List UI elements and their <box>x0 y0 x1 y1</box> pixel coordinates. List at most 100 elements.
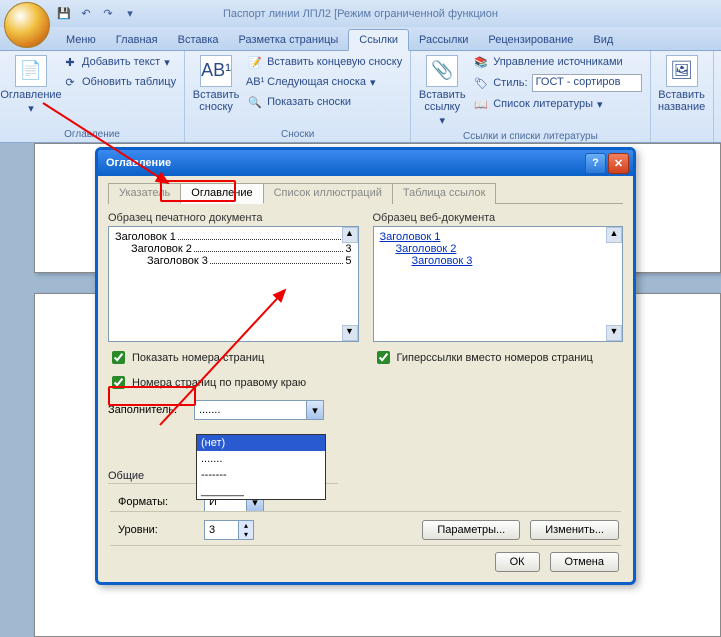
checkbox-icon[interactable] <box>112 376 125 389</box>
tab-home[interactable]: Главная <box>106 30 168 50</box>
next-footnote-button[interactable]: AB¹Следующая сноска ▾ <box>245 73 404 91</box>
group-toc-label: Оглавление <box>6 127 178 142</box>
tab-figures[interactable]: Список иллюстраций <box>263 183 393 204</box>
levels-spinner[interactable]: 3 ▴▾ <box>204 520 254 540</box>
ribbon: 📄 Оглавление ▾ ✚ Добавить текст ▾ ⟳ Обнови… <box>0 51 721 143</box>
filler-option-line[interactable]: _______ <box>197 483 325 499</box>
hyperlinks-label: Гиперссылки вместо номеров страниц <box>397 352 593 364</box>
web-h1[interactable]: Заголовок 1 <box>380 231 441 243</box>
caption-label: Вставить название <box>658 89 705 113</box>
cancel-button[interactable]: Отмена <box>550 552 619 572</box>
toc-p2: 3 <box>345 243 351 255</box>
biblio-label: Список литературы <box>493 98 593 110</box>
save-icon[interactable]: 💾 <box>56 6 72 22</box>
print-preview-label: Образец печатного документа <box>108 212 359 224</box>
insert-caption-button[interactable]: 🖼 Вставить название <box>657 53 707 115</box>
hyperlinks-checkbox[interactable]: Гиперссылки вместо номеров страниц <box>373 348 624 367</box>
tab-index[interactable]: Указатель <box>108 183 181 204</box>
web-preview-label: Образец веб-документа <box>373 212 624 224</box>
tab-mailings[interactable]: Рассылки <box>409 30 478 50</box>
plus-icon: ✚ <box>62 54 78 70</box>
caption-icon: 🖼 <box>666 55 698 87</box>
filler-dropdown[interactable]: (нет) ....... ------- _______ <box>196 434 326 500</box>
spinner-icon[interactable]: ▴▾ <box>238 521 253 539</box>
show-icon: 🔍 <box>247 94 263 110</box>
web-preview: ▲ Заголовок 1 Заголовок 2 Заголовок 3 ▼ <box>373 226 624 342</box>
tab-layout[interactable]: Разметка страницы <box>229 30 349 50</box>
toc-h2: Заголовок 2 <box>131 243 192 255</box>
citation-style[interactable]: 🏷 Стиль: ГОСТ - сортиров <box>471 73 643 93</box>
dialog-title: Оглавление <box>106 157 171 169</box>
refresh-icon: ⟳ <box>62 74 78 90</box>
tab-view[interactable]: Вид <box>583 30 623 50</box>
update-table-button[interactable]: ⟳ Обновить таблицу <box>60 73 178 91</box>
next-fn-label: Следующая сноска <box>267 76 366 88</box>
tab-review[interactable]: Рецензирование <box>478 30 583 50</box>
chevron-down-icon: ▾ <box>306 401 323 419</box>
filler-option-none[interactable]: (нет) <box>197 435 325 451</box>
insert-endnote-button[interactable]: 📝Вставить концевую сноску <box>245 53 404 71</box>
tab-references[interactable]: Ссылки <box>348 29 409 51</box>
dropdown-icon: ▾ <box>28 103 34 115</box>
scroll-up-icon[interactable]: ▲ <box>606 227 622 243</box>
style-icon: 🏷 <box>473 75 489 91</box>
bibliography-button[interactable]: 📖Список литературы ▾ <box>471 95 643 113</box>
tab-menu[interactable]: Меню <box>56 30 106 50</box>
add-text-button[interactable]: ✚Добавить текст ▾ <box>60 53 178 71</box>
biblio-icon: 📖 <box>473 96 489 112</box>
levels-label: Уровни: <box>118 524 198 536</box>
tab-toc[interactable]: Оглавление <box>180 183 263 204</box>
add-text-label: Добавить текст <box>82 56 160 68</box>
scroll-up-icon[interactable]: ▲ <box>342 227 358 243</box>
scroll-down-icon[interactable]: ▼ <box>606 325 622 341</box>
levels-value: 3 <box>209 524 215 536</box>
tab-authorities[interactable]: Таблица ссылок <box>392 183 497 204</box>
group-captions-label <box>657 138 707 142</box>
footnote-label: Вставить сноску <box>193 89 240 113</box>
options-button[interactable]: Параметры... <box>422 520 520 540</box>
ok-button[interactable]: ОК <box>495 552 540 572</box>
group-footnotes-label: Сноски <box>191 127 404 142</box>
scroll-down-icon[interactable]: ▼ <box>342 325 358 341</box>
office-button[interactable] <box>4 2 50 48</box>
web-h2[interactable]: Заголовок 2 <box>396 243 457 255</box>
modify-button[interactable]: Изменить... <box>530 520 619 540</box>
right-align-checkbox[interactable]: Номера страниц по правому краю <box>108 373 359 392</box>
next-icon: AB¹ <box>247 74 263 90</box>
dialog-tabs: Указатель Оглавление Список иллюстраций … <box>108 182 623 204</box>
undo-icon[interactable]: ↶ <box>78 6 94 22</box>
toc-label: Оглавление <box>0 89 61 101</box>
ribbon-tabs: Меню Главная Вставка Разметка страницы С… <box>0 27 721 51</box>
filler-option-dashes[interactable]: ------- <box>197 467 325 483</box>
style-label: Стиль: <box>493 77 527 89</box>
show-notes-button[interactable]: 🔍Показать сноски <box>245 93 404 111</box>
citation-label: Вставить ссылку <box>419 89 466 113</box>
citation-icon: 📎 <box>426 55 458 87</box>
insert-citation-button[interactable]: 📎 Вставить ссылку ▾ <box>417 53 467 129</box>
help-button[interactable]: ? <box>585 153 606 174</box>
filler-label: Заполнитель: <box>108 404 188 416</box>
toc-button[interactable]: 📄 Оглавление ▾ <box>6 53 56 117</box>
filler-value: ....... <box>199 404 220 416</box>
checkbox-icon[interactable] <box>377 351 390 364</box>
checkbox-icon[interactable] <box>112 351 125 364</box>
filler-option-dots[interactable]: ....... <box>197 451 325 467</box>
update-label: Обновить таблицу <box>82 76 176 88</box>
formats-label: Форматы: <box>118 496 198 508</box>
manage-sources-button[interactable]: 📚Управление источниками <box>471 53 643 71</box>
tab-insert[interactable]: Вставка <box>168 30 229 50</box>
close-button[interactable]: ✕ <box>608 153 629 174</box>
filler-select[interactable]: ....... ▾ <box>194 400 324 420</box>
qat-more-icon[interactable]: ▾ <box>122 6 138 22</box>
endnote-icon: 📝 <box>247 54 263 70</box>
show-page-numbers-checkbox[interactable]: Показать номера страниц <box>108 348 359 367</box>
style-select[interactable]: ГОСТ - сортиров <box>532 74 642 92</box>
manage-icon: 📚 <box>473 54 489 70</box>
toc-dialog: Оглавление ? ✕ Указатель Оглавление Спис… <box>95 147 636 585</box>
right-align-label: Номера страниц по правому краю <box>132 377 306 389</box>
insert-footnote-button[interactable]: AB¹ Вставить сноску <box>191 53 241 115</box>
web-h3[interactable]: Заголовок 3 <box>412 255 473 267</box>
footnote-icon: AB¹ <box>200 55 232 87</box>
toc-p3: 5 <box>345 255 351 267</box>
redo-icon[interactable]: ↷ <box>100 6 116 22</box>
